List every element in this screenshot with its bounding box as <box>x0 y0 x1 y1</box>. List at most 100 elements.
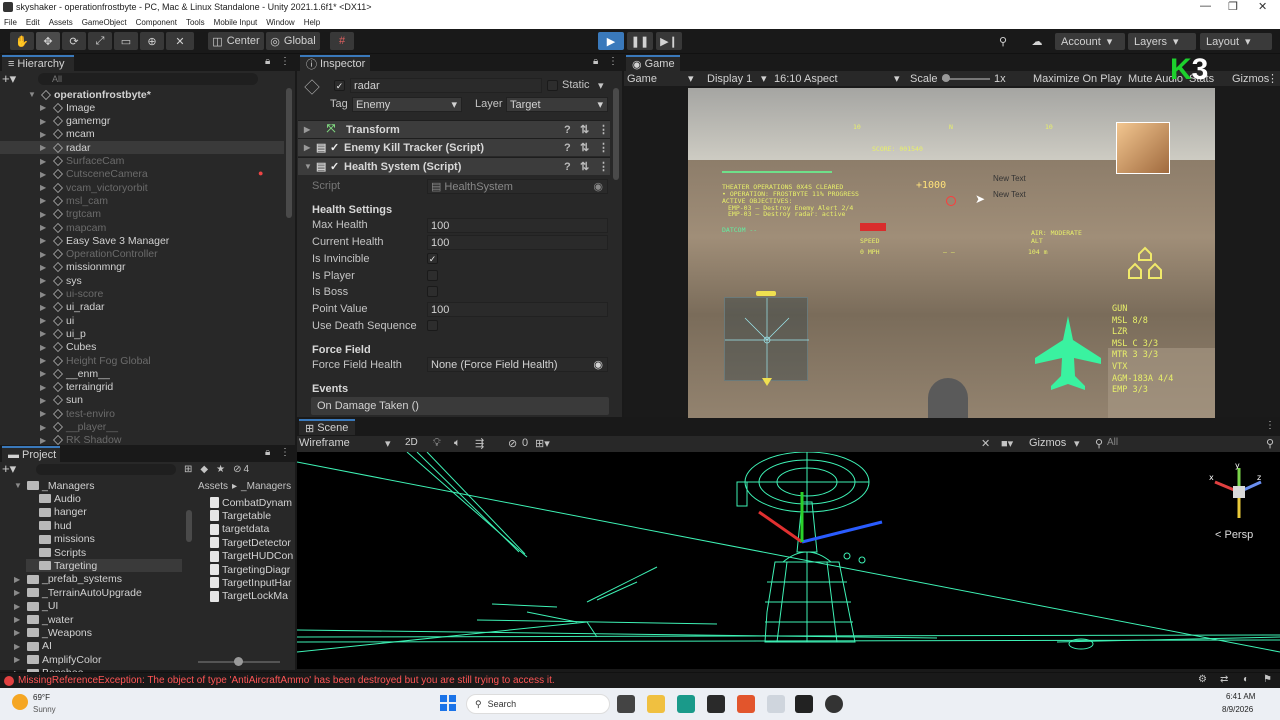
search-icon[interactable]: ⚲ <box>1266 437 1274 450</box>
space-toggle[interactable]: ◎ Global <box>266 32 320 50</box>
project-file[interactable]: Targetable <box>210 509 294 522</box>
point-value-field[interactable]: 100 <box>427 302 608 317</box>
display-dropdown[interactable]: Display 1 <box>707 73 752 85</box>
expand-arrow-icon[interactable]: ▶ <box>14 628 24 637</box>
menu-gameobject[interactable]: GameObject <box>82 18 127 27</box>
grid-snap-icon[interactable]: # <box>330 32 354 50</box>
project-file[interactable]: TargetHUDCon <box>210 550 294 563</box>
lock-icon[interactable]: 🔒︎ <box>265 56 270 67</box>
filter-label-icon[interactable]: ◆ <box>200 464 208 475</box>
hierarchy-item[interactable]: ▶ SurfaceCam <box>40 155 124 168</box>
effects-icon[interactable]: ⇶ <box>475 437 484 450</box>
menu-window[interactable]: Window <box>266 18 294 27</box>
kebab-menu-icon[interactable]: ⋮ <box>598 123 609 136</box>
expand-arrow-icon[interactable]: ▶ <box>14 575 24 584</box>
project-search-input[interactable] <box>36 463 176 475</box>
expand-arrow-icon[interactable]: ▶ <box>40 143 50 152</box>
hierarchy-item[interactable]: ▶ msl_cam <box>40 194 108 207</box>
expand-arrow-icon[interactable]: ▶ <box>40 329 50 338</box>
expand-arrow-icon[interactable]: ▶ <box>40 369 50 378</box>
is-player-checkbox[interactable] <box>427 270 438 281</box>
kebab-menu-icon[interactable]: ⋮ <box>598 160 609 173</box>
max-health-field[interactable]: 100 <box>427 218 608 233</box>
app-icon[interactable] <box>677 695 695 713</box>
kebab-menu-icon[interactable]: ⋮ <box>1267 72 1278 85</box>
taskbar-search[interactable]: ⚲ Search <box>466 694 610 714</box>
chevron-down-icon[interactable]: ▾ <box>1074 437 1080 450</box>
expand-arrow-icon[interactable]: ▶ <box>14 588 24 597</box>
rect-tool-icon[interactable]: ▭ <box>114 32 138 50</box>
hierarchy-item[interactable]: ▶ Image <box>40 101 95 114</box>
scene-search-input[interactable]: All <box>1107 437 1118 448</box>
aspect-dropdown[interactable]: 16:10 Aspect <box>774 73 838 85</box>
is-invincible-checkbox[interactable]: ✓ <box>427 253 438 264</box>
project-folder[interactable]: hud <box>26 519 72 532</box>
menu-mobile-input[interactable]: Mobile Input <box>214 18 258 27</box>
lighting-icon[interactable]: 💡︎ <box>433 437 441 450</box>
project-folder[interactable]: Audio <box>26 492 81 505</box>
expand-arrow-icon[interactable]: ▶ <box>40 236 50 245</box>
hierarchy-scrollbar[interactable] <box>286 88 292 218</box>
persp-label[interactable]: < Persp <box>1215 529 1253 541</box>
hierarchy-item[interactable]: ▶ radar <box>0 141 284 155</box>
hierarchy-item[interactable]: ▶ ui-score <box>40 288 103 301</box>
project-folder[interactable]: ▶ _prefab_systems <box>14 573 122 586</box>
hierarchy-item[interactable]: ▶ OperationController <box>40 248 158 261</box>
project-folder[interactable]: ▶ _Weapons <box>14 626 92 639</box>
expand-arrow-icon[interactable]: ▶ <box>40 303 50 312</box>
object-name-field[interactable]: radar <box>350 78 542 93</box>
chevron-down-icon[interactable]: ▾ <box>598 79 604 92</box>
maximize-icon[interactable]: ❐ <box>1228 0 1238 13</box>
project-folder[interactable]: ▶ _UI <box>14 600 58 613</box>
project-folder[interactable]: hanger <box>26 506 87 519</box>
expand-arrow-icon[interactable]: ▶ <box>14 602 24 611</box>
search-icon[interactable]: ⚲ <box>990 32 1016 50</box>
transform-tool-icon[interactable]: ⊕ <box>140 32 164 50</box>
component-transform[interactable]: ▶ ⤧ Transform ? ⇅ ⋮ <box>298 120 610 138</box>
expand-arrow-icon[interactable]: ▶ <box>40 103 50 112</box>
terminal-icon[interactable] <box>707 695 725 713</box>
component-health-system[interactable]: ▼ ▤ ✓ Health System (Script) ? ⇅ ⋮ <box>298 157 610 175</box>
expand-arrow-icon[interactable]: ▶ <box>40 130 50 139</box>
brave-browser-icon[interactable] <box>737 695 755 713</box>
kebab-menu-icon[interactable]: ⋮ <box>280 56 290 67</box>
account-dropdown[interactable]: Account ▾ <box>1055 33 1125 50</box>
expand-arrow-icon[interactable]: ▶ <box>40 316 50 325</box>
hierarchy-scene-root[interactable]: ▼ operationfrostbyte* <box>28 88 151 101</box>
project-file[interactable]: TargetInputHar <box>210 576 294 589</box>
menu-edit[interactable]: Edit <box>26 18 40 27</box>
scene-orientation-gizmo[interactable]: x y z <box>1205 461 1265 522</box>
project-folder[interactable]: ▶ _water <box>14 613 74 626</box>
cloud-icon[interactable]: ☁ <box>1024 32 1050 50</box>
on-damage-taken-event[interactable]: On Damage Taken () <box>311 397 609 415</box>
pivot-toggle[interactable]: ◫ Center <box>208 32 264 50</box>
help-icon[interactable]: ? <box>564 142 571 154</box>
step-button[interactable]: ▶❙ <box>656 32 682 50</box>
inspector-scrollbar[interactable] <box>613 88 619 180</box>
hierarchy-item[interactable]: ▶ mapcam <box>40 221 106 234</box>
chevron-down-icon[interactable]: ▾ <box>761 72 767 85</box>
project-file[interactable]: CombatDynam <box>210 496 294 509</box>
kebab-menu-icon[interactable]: ⋮ <box>1265 420 1275 431</box>
hierarchy-item[interactable]: ▶ ui <box>40 314 74 327</box>
chevron-down-icon[interactable]: ▾ <box>385 437 391 450</box>
component-enabled-checkbox[interactable]: ✓ <box>330 141 344 154</box>
expand-arrow-icon[interactable]: ▶ <box>40 250 50 259</box>
scale-tool-icon[interactable]: ⤢ <box>88 32 112 50</box>
hierarchy-item[interactable]: ▶ Height Fog Global <box>40 354 151 367</box>
hierarchy-item[interactable]: ▶ gamemgr <box>40 115 110 128</box>
layers-dropdown[interactable]: Layers ▾ <box>1128 33 1196 50</box>
expand-arrow-icon[interactable]: ▶ <box>40 436 50 445</box>
hierarchy-item[interactable]: ▶ mcam <box>40 128 95 141</box>
lock-icon[interactable]: 🔒︎ <box>593 56 598 67</box>
hierarchy-search-input[interactable]: All <box>38 72 258 85</box>
expand-arrow-icon[interactable]: ▶ <box>40 210 50 219</box>
hierarchy-item[interactable]: ▶ __player__ <box>40 421 118 434</box>
windows-start-icon[interactable] <box>440 695 456 711</box>
hierarchy-item[interactable]: ▶ ui_p <box>40 327 86 340</box>
gizmos-toggle[interactable]: Gizmos <box>1232 73 1269 85</box>
hierarchy-item[interactable]: ▶ __enm__ <box>40 367 110 380</box>
app-icon[interactable] <box>767 695 785 713</box>
gizmos-dropdown[interactable]: Gizmos <box>1029 437 1066 449</box>
project-folder[interactable]: ▶ AmplifyColor <box>14 653 102 666</box>
